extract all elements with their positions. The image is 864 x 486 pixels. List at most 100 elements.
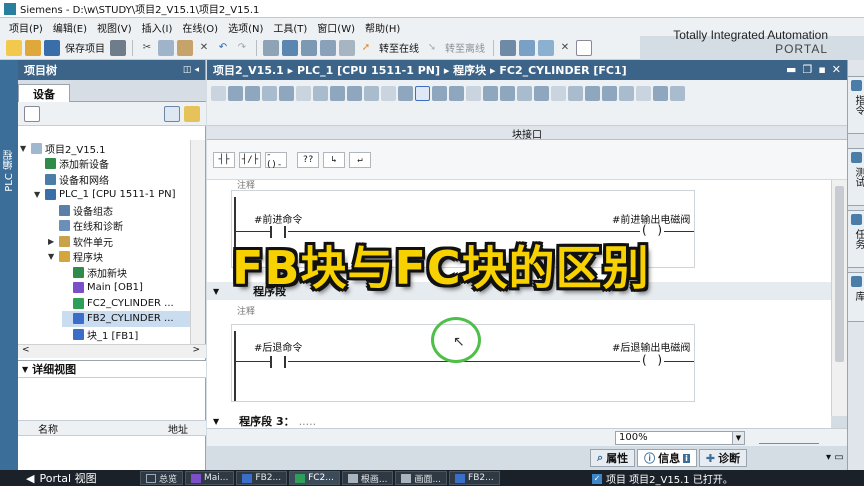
tree-vertical-scrollbar[interactable] bbox=[190, 140, 205, 344]
menu-help[interactable]: 帮助(H) bbox=[360, 20, 405, 35]
network-2-contact[interactable] bbox=[270, 356, 286, 368]
upload-icon[interactable] bbox=[301, 39, 317, 56]
detail-col-name[interactable]: 名称 bbox=[38, 421, 58, 436]
close-branch-icon[interactable]: ↵ bbox=[349, 152, 371, 168]
tree-horizontal-scrollbar[interactable]: < > bbox=[18, 344, 206, 358]
chevron-right-icon[interactable]: ▶ bbox=[48, 237, 56, 246]
go-online-icon[interactable]: ➚ bbox=[358, 40, 374, 56]
open-branch-icon[interactable]: ↳ bbox=[323, 152, 345, 168]
tree-node[interactable]: ▼ 程序块 bbox=[48, 249, 190, 265]
scroll-right-icon[interactable]: > bbox=[192, 345, 200, 355]
tree-overview-icon[interactable] bbox=[164, 106, 180, 122]
chevron-down-icon[interactable]: ▼ bbox=[34, 190, 42, 199]
tab-devices[interactable]: 设备 bbox=[18, 84, 70, 102]
menu-options[interactable]: 选项(N) bbox=[223, 20, 268, 35]
cross-reference-icon[interactable] bbox=[519, 39, 535, 56]
tree-node[interactable]: 在线和诊断 bbox=[48, 218, 190, 234]
insert-network-icon[interactable] bbox=[211, 86, 226, 101]
editor-tab[interactable]: 画面... bbox=[395, 471, 448, 485]
menu-project[interactable]: 项目(P) bbox=[4, 20, 48, 35]
tree-node[interactable]: Main [OB1] bbox=[62, 280, 190, 296]
editor-tab[interactable]: FC2... bbox=[289, 471, 340, 485]
step-icon[interactable] bbox=[551, 86, 566, 101]
force-icon[interactable] bbox=[619, 86, 634, 101]
paste-icon[interactable] bbox=[177, 39, 193, 56]
close-editor-icon[interactable]: ✕ bbox=[557, 40, 573, 56]
open-project-icon[interactable] bbox=[25, 39, 41, 56]
copy-icon[interactable] bbox=[158, 39, 174, 56]
collapse-panel-icon[interactable]: ◫ ◂ bbox=[183, 65, 199, 75]
ladder-canvas[interactable]: 注释 #前进命令 #前进输出电磁阀 ▼ 程序段 注释 #后退命令 #后退输出电磁… bbox=[207, 180, 831, 430]
coil-icon[interactable]: -()- bbox=[265, 150, 287, 170]
absolute-operands-icon[interactable] bbox=[364, 86, 379, 101]
network-1-input-tag[interactable]: #前进命令 bbox=[254, 211, 302, 226]
tree-node[interactable]: ▼ PLC_1 [CPU 1511-1 PN] bbox=[34, 187, 190, 203]
menu-view[interactable]: 视图(V) bbox=[92, 20, 137, 35]
editor-tab[interactable]: Mai... bbox=[185, 471, 235, 485]
tree-table-icon[interactable] bbox=[24, 106, 40, 122]
save-project-button[interactable]: 保存项目 bbox=[63, 40, 107, 55]
task-card-instructions[interactable]: 指令 bbox=[848, 76, 864, 134]
restore-icon[interactable]: ❐ bbox=[802, 63, 812, 76]
editor-tab[interactable]: 根画... bbox=[341, 471, 394, 485]
network-3-comment[interactable]: ..... bbox=[299, 415, 316, 428]
tree-node[interactable]: 添加新设备 bbox=[34, 156, 190, 172]
no-contact-icon[interactable]: ┤├ bbox=[213, 152, 235, 168]
layout-icon[interactable] bbox=[576, 39, 592, 56]
global-library-icon[interactable] bbox=[653, 86, 668, 101]
editor-tab[interactable]: FB2... bbox=[449, 471, 500, 485]
go-offline-icon[interactable]: ➘ bbox=[424, 40, 440, 56]
delete-network-icon[interactable] bbox=[228, 86, 243, 101]
tab-properties[interactable]: ⌕ 属性 bbox=[590, 449, 636, 467]
redo-icon[interactable]: ↷ bbox=[234, 40, 250, 56]
menu-online[interactable]: 在线(O) bbox=[177, 20, 223, 35]
editor-tab[interactable]: FB2... bbox=[236, 471, 288, 485]
operands-icon[interactable] bbox=[398, 86, 413, 101]
close-all-networks-icon[interactable] bbox=[313, 86, 328, 101]
chevron-down-icon[interactable]: ▼ bbox=[22, 365, 28, 374]
breakpoint-icon[interactable] bbox=[534, 86, 549, 101]
tab-diagnostics[interactable]: ✚ 诊断 bbox=[698, 449, 748, 467]
tree-node[interactable]: 设备和网络 bbox=[34, 171, 190, 187]
plc-programming-vertical-tab[interactable]: PLC 编程 bbox=[0, 60, 18, 470]
menu-tools[interactable]: 工具(T) bbox=[268, 20, 312, 35]
empty-box-icon[interactable]: ?? bbox=[297, 152, 319, 168]
editor-vertical-scrollbar[interactable] bbox=[831, 180, 847, 416]
toggle-comments-icon[interactable] bbox=[347, 86, 362, 101]
tree-node[interactable]: 添加新块 bbox=[62, 264, 190, 280]
chevron-down-icon[interactable]: ▼ bbox=[732, 432, 744, 444]
insert-row-icon[interactable] bbox=[245, 86, 260, 101]
network-2-coil[interactable] bbox=[642, 353, 662, 368]
go-to-next-icon[interactable] bbox=[466, 86, 481, 101]
update-calls-icon[interactable] bbox=[483, 86, 498, 101]
undo-icon[interactable]: ↶ bbox=[215, 40, 231, 56]
menu-window[interactable]: 窗口(W) bbox=[312, 20, 360, 35]
add-row-icon[interactable] bbox=[262, 86, 277, 101]
print-icon[interactable] bbox=[110, 39, 126, 56]
go-to-error-icon[interactable] bbox=[432, 86, 447, 101]
collapse-network-icon[interactable]: ▼ bbox=[213, 417, 219, 426]
show-favorites-icon[interactable] bbox=[415, 86, 430, 101]
network-comments-icon[interactable] bbox=[330, 86, 345, 101]
tree-node[interactable]: FB2_CYLINDER ... bbox=[62, 310, 190, 327]
go-offline-button[interactable]: 转至离线 bbox=[443, 40, 487, 55]
task-card-tasks[interactable]: 任务 bbox=[848, 210, 864, 268]
zoom-slider[interactable] bbox=[759, 432, 819, 444]
scroll-left-icon[interactable]: < bbox=[22, 345, 30, 355]
maximize-icon[interactable]: ▪ bbox=[818, 63, 825, 76]
portal-view-button[interactable]: ◀ Portal 视图 bbox=[0, 470, 140, 486]
reset-icon[interactable] bbox=[585, 86, 600, 101]
block-interface-bar[interactable]: 块接口 bbox=[207, 126, 847, 141]
tree-node[interactable]: FC2_CYLINDER ... bbox=[62, 295, 190, 311]
minimize-icon[interactable]: ▬ bbox=[786, 63, 796, 76]
tab-info[interactable]: ⓘ 信息 i bbox=[637, 449, 697, 467]
tree-node[interactable]: 块_1 [FB1] bbox=[62, 326, 190, 342]
compile-icon[interactable] bbox=[263, 39, 279, 56]
tree-node[interactable]: ▶ 软件单元 bbox=[48, 233, 190, 249]
menu-edit[interactable]: 编辑(E) bbox=[48, 20, 92, 35]
go-to-previous-icon[interactable] bbox=[449, 86, 464, 101]
collapse-inspector-icon[interactable]: ▾ ▭ bbox=[826, 452, 844, 463]
zoom-select[interactable]: 100% ▼ bbox=[615, 431, 745, 445]
symbol-information-icon[interactable] bbox=[381, 86, 396, 101]
download-block-icon[interactable] bbox=[670, 86, 685, 101]
